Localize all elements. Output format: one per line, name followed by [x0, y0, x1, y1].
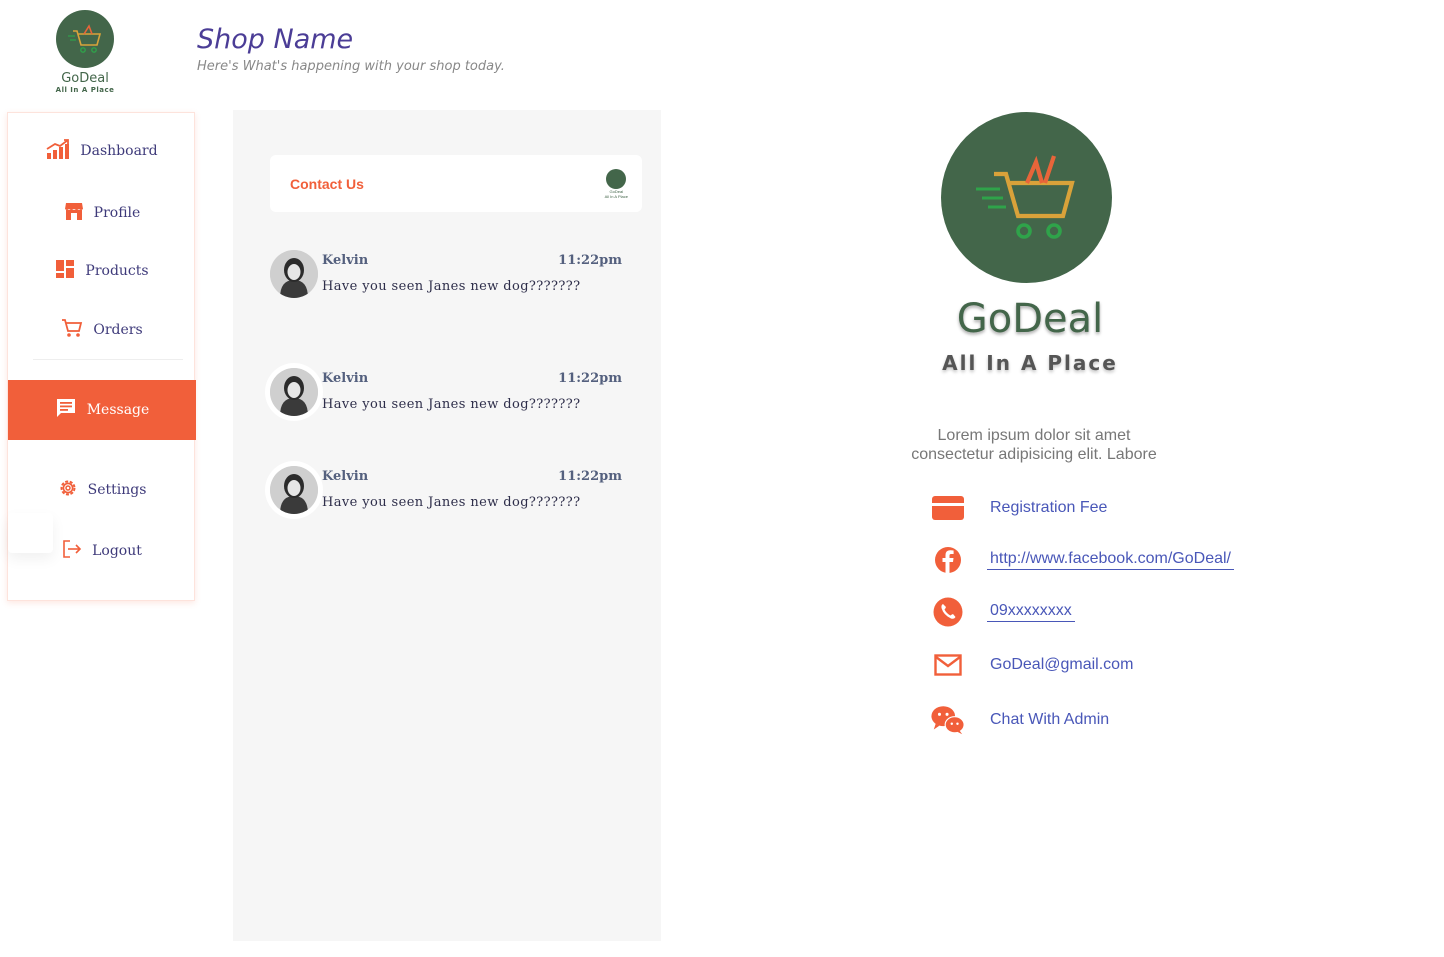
message-panel: Contact Us GoDeal All In A Place Kelvin …: [233, 110, 661, 941]
gear-icon: [58, 478, 78, 503]
chat-row[interactable]: Chat With Admin: [930, 703, 1109, 737]
message-time: 11:22pm: [558, 371, 622, 386]
message-text: Have you seen Janes new dog???????: [322, 397, 581, 412]
facebook-row[interactable]: http://www.facebook.com/GoDeal/: [930, 543, 1234, 577]
avatar: [270, 466, 318, 514]
store-icon: [64, 201, 84, 226]
email-link[interactable]: GoDeal@gmail.com: [990, 656, 1133, 674]
description-line: consectetur adipisicing elit. Labore: [911, 446, 1157, 463]
mini-logo-tagline: All In A Place: [604, 193, 628, 199]
message-sender: Kelvin: [322, 253, 369, 268]
sidebar-item-label: Dashboard: [80, 143, 158, 159]
facebook-link[interactable]: http://www.facebook.com/GoDeal/: [987, 550, 1234, 570]
sidebar-item-label: Logout: [92, 543, 142, 559]
message-sender: Kelvin: [322, 371, 369, 386]
phone-icon: [930, 595, 966, 629]
chat-with-admin-link[interactable]: Chat With Admin: [990, 711, 1109, 729]
sidebar-divider: [33, 359, 183, 360]
sidebar-item-label: Orders: [93, 322, 143, 338]
contact-us-card[interactable]: Contact Us GoDeal All In A Place: [270, 155, 642, 212]
profile-logo-icon: [941, 112, 1112, 283]
email-row[interactable]: GoDeal@gmail.com: [930, 648, 1133, 682]
message-item[interactable]: Kelvin 11:22pm Have you seen Janes new d…: [270, 466, 642, 526]
description-line: Lorem ipsum dolor sit amet: [937, 427, 1131, 444]
message-item[interactable]: Kelvin 11:22pm Have you seen Janes new d…: [270, 368, 642, 428]
wechat-icon: [930, 703, 966, 737]
sidebar-item-message[interactable]: Message: [8, 380, 196, 440]
sidebar: Dashboard Profile Products Orders Messag…: [7, 112, 196, 601]
sidebar-shadow-card: [8, 513, 53, 553]
sidebar-item-label: Profile: [93, 205, 141, 221]
message-time: 11:22pm: [558, 469, 622, 484]
facebook-icon: [930, 543, 966, 577]
sidebar-item-dashboard[interactable]: Dashboard: [8, 131, 196, 171]
sidebar-item-label: Products: [85, 263, 149, 279]
avatar: [270, 368, 318, 416]
logout-icon: [62, 539, 82, 564]
phone-row[interactable]: 09xxxxxxxx: [930, 595, 1075, 629]
page-header: Shop Name Here's What's happening with y…: [197, 24, 505, 74]
profile-name: GoDeal: [956, 296, 1104, 342]
grid-icon: [55, 259, 75, 284]
message-icon: [55, 397, 77, 424]
cart-logo-icon: [56, 10, 114, 68]
brand-name: GoDeal: [61, 71, 109, 86]
profile-description: Lorem ipsum dolor sit amet consectetur a…: [880, 426, 1188, 464]
mini-logo-icon: GoDeal All In A Place: [604, 168, 628, 199]
page-title: Shop Name: [197, 24, 354, 55]
sidebar-item-label: Message: [86, 402, 150, 418]
cart-icon: [61, 318, 83, 343]
message-text: Have you seen Janes new dog???????: [322, 279, 581, 294]
brand-tagline: All In A Place: [55, 86, 115, 94]
registration-fee-row[interactable]: Registration Fee: [930, 491, 1107, 525]
chart-icon: [46, 138, 70, 164]
page-subtitle: Here's What's happening with your shop t…: [197, 59, 505, 74]
sidebar-item-label: Settings: [87, 482, 147, 498]
message-sender: Kelvin: [322, 469, 369, 484]
avatar: [270, 250, 318, 298]
sidebar-item-settings[interactable]: Settings: [8, 470, 196, 510]
profile-tagline: All In A Place: [942, 351, 1118, 375]
contact-us-label: Contact Us: [290, 175, 364, 192]
brand-logo[interactable]: GoDeal All In A Place: [50, 10, 120, 94]
message-item[interactable]: Kelvin 11:22pm Have you seen Janes new d…: [270, 250, 642, 310]
message-text: Have you seen Janes new dog???????: [322, 495, 581, 510]
sidebar-item-orders[interactable]: Orders: [8, 310, 196, 350]
sidebar-item-profile[interactable]: Profile: [8, 193, 196, 233]
credit-card-icon: [930, 491, 966, 525]
sidebar-item-products[interactable]: Products: [8, 251, 196, 291]
mail-icon: [930, 648, 966, 682]
registration-fee-link[interactable]: Registration Fee: [990, 499, 1107, 517]
message-time: 11:22pm: [558, 253, 622, 268]
phone-link[interactable]: 09xxxxxxxx: [987, 602, 1075, 622]
